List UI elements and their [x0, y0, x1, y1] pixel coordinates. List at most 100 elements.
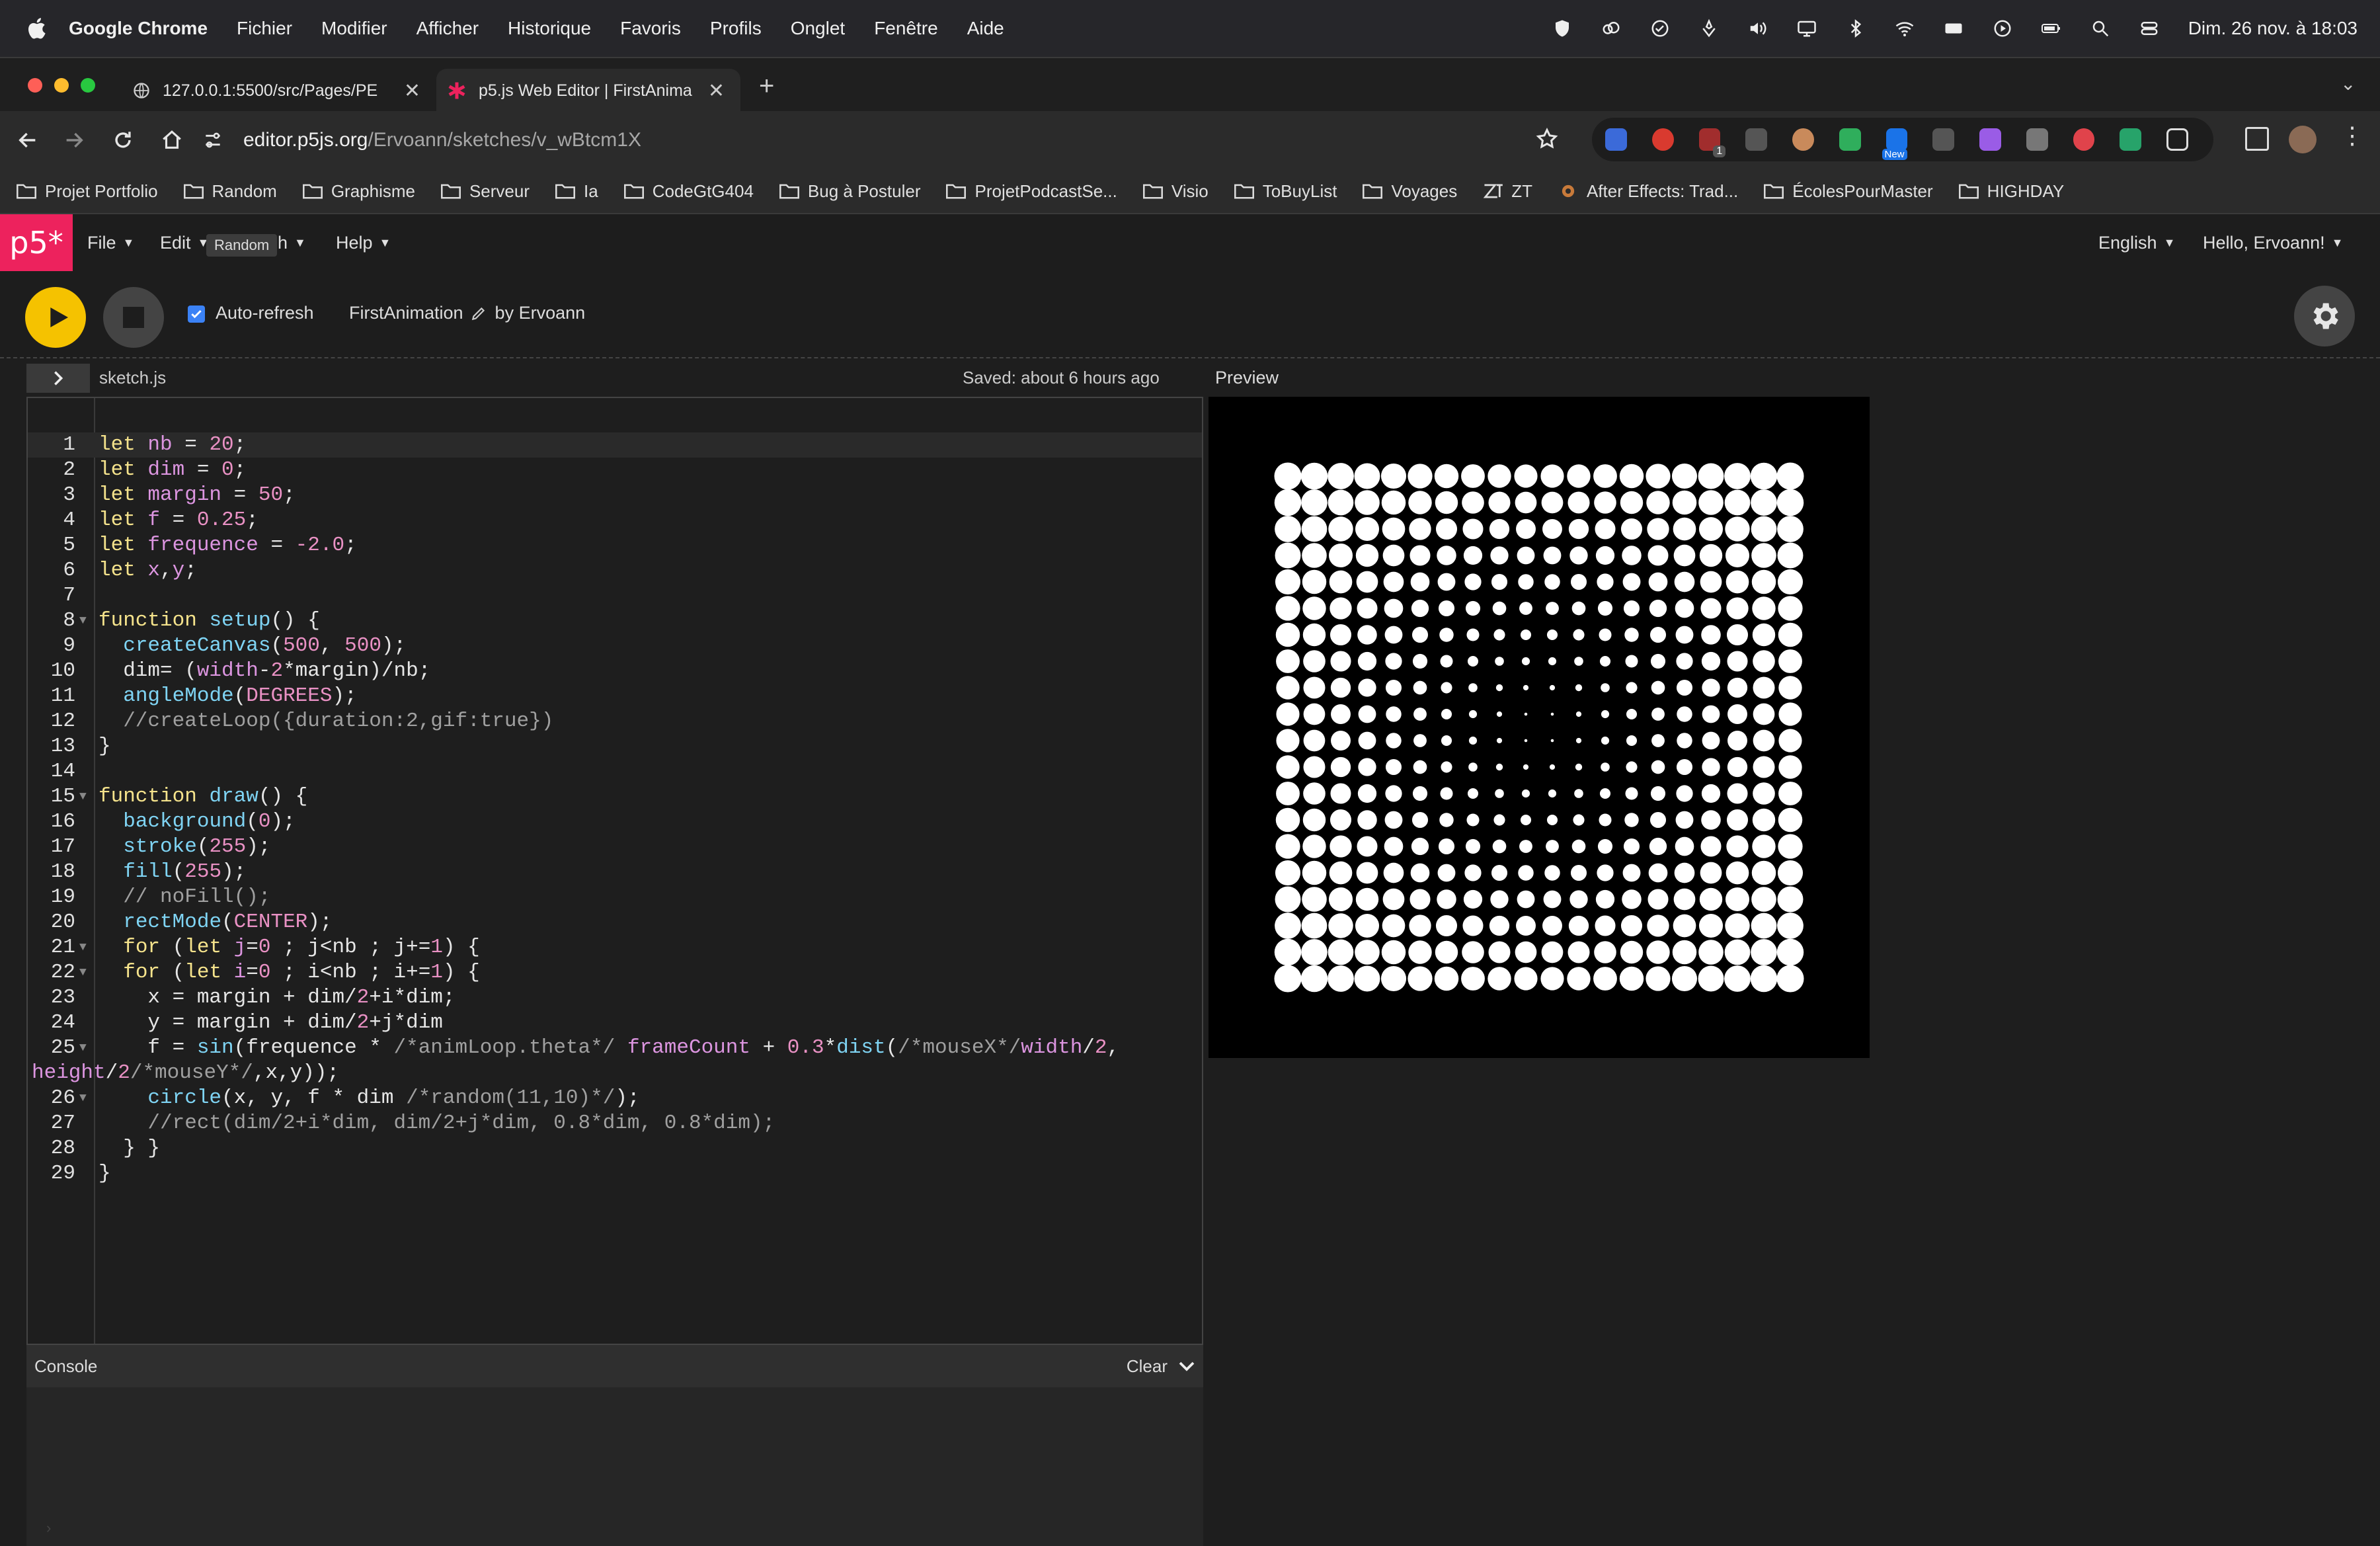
bookmark-item[interactable]: HIGHDAY [1958, 181, 2064, 202]
pencil-icon[interactable] [470, 305, 487, 322]
kebab-menu-icon[interactable]: ⋮ [2340, 122, 2364, 149]
chevron-down-icon[interactable] [1177, 1356, 1197, 1376]
bookmark-item[interactable]: Random [183, 181, 277, 202]
wifi-icon[interactable] [1895, 19, 1915, 38]
code-line[interactable]: 4 let f = 0.25; [28, 508, 1202, 533]
code-line[interactable]: 18 fill(255); [28, 860, 1202, 885]
shield-icon[interactable] [1552, 19, 1572, 38]
fold-triangle-icon[interactable]: ▼ [79, 1086, 87, 1111]
bookmark-item[interactable]: Graphisme [302, 181, 415, 202]
code-line[interactable]: 21 ▼ for (let j=0 ; j<nb ; j+=1) { [28, 935, 1202, 960]
tab-localhost[interactable]: 127.0.0.1:5500/src/Pages/PE ✕ [119, 69, 436, 112]
menu-modifier[interactable]: Modifier [321, 18, 387, 39]
keyboard-icon[interactable] [1944, 19, 1964, 38]
code-line[interactable]: 5 let frequence = -2.0; [28, 533, 1202, 558]
menu-google-chrome[interactable]: Google Chrome [69, 18, 208, 39]
avatar[interactable] [2289, 126, 2317, 153]
adblock-icon[interactable] [1651, 128, 1674, 151]
code-line[interactable]: 16 background(0); [28, 809, 1202, 834]
menu-aide[interactable]: Aide [967, 18, 1004, 39]
display-icon[interactable] [1797, 19, 1817, 38]
close-tab-icon[interactable]: ✕ [404, 79, 420, 102]
code-line[interactable]: 27 //rect(dim/2+i*dim, dim/2+j*dim, 0.8*… [28, 1111, 1202, 1136]
forward-button[interactable] [60, 126, 89, 155]
code-line[interactable]: 3 let margin = 50; [28, 483, 1202, 508]
code-line[interactable]: 9 createCanvas(500, 500); [28, 633, 1202, 659]
fold-triangle-icon[interactable]: ▼ [79, 960, 87, 985]
code-editor[interactable]: 1 let nb = 20; 2 let dim = 0; 3 let margin = … [26, 397, 1203, 1345]
code-line[interactable]: 28 } } [28, 1136, 1202, 1161]
code-line[interactable]: 24 y = margin + dim/2+j*dim [28, 1010, 1202, 1036]
bookmark-item[interactable]: Voyages [1362, 181, 1457, 202]
code-line[interactable]: 1 let nb = 20; [28, 432, 1202, 458]
bookmark-item[interactable]: ProjetPodcastSe... [945, 181, 1117, 202]
fold-triangle-icon[interactable]: ▼ [79, 608, 87, 633]
menu-fichier[interactable]: Fichier [237, 18, 292, 39]
sketch-menu[interactable]: h ▼ [278, 214, 306, 271]
ublock-icon[interactable]: 1 [1698, 128, 1726, 157]
new-extension-icon[interactable]: New [1882, 128, 1908, 160]
code-line[interactable]: 22 ▼ for (let i=0 ; i<nb ; i+=1) { [28, 960, 1202, 985]
code-line[interactable]: 8 ▼ function setup() { [28, 608, 1202, 633]
bookmark-item[interactable]: Ia [555, 181, 598, 202]
menu-fenetre[interactable]: Fenêtre [874, 18, 938, 39]
expand-sidebar-button[interactable] [26, 364, 90, 393]
pocket-icon[interactable] [2073, 128, 2095, 151]
fold-triangle-icon[interactable]: ▼ [79, 1036, 87, 1061]
tab-p5-editor[interactable]: p5.js Web Editor | FirstAnima ✕ [436, 69, 740, 112]
code-line[interactable]: 17 stroke(255); [28, 834, 1202, 860]
help-menu[interactable]: Help ▼ [336, 214, 391, 271]
creative-cloud-icon[interactable] [1601, 19, 1621, 38]
zotero-icon[interactable] [1932, 128, 1954, 151]
console-clear-button[interactable]: Clear [1127, 1356, 1168, 1377]
battery-icon[interactable] [2041, 19, 2061, 38]
menu-historique[interactable]: Historique [508, 18, 591, 39]
back-button[interactable] [13, 126, 42, 155]
code-line[interactable]: 10 dim= (width-2*margin)/nb; [28, 659, 1202, 684]
control-center-icon[interactable] [2139, 19, 2159, 38]
code-line[interactable]: 6 let x,y; [28, 558, 1202, 583]
close-tab-icon[interactable]: ✕ [708, 79, 725, 102]
play-button[interactable] [25, 287, 86, 348]
menu-profils[interactable]: Profils [710, 18, 762, 39]
bookmark-item[interactable]: ToBuyList [1234, 181, 1337, 202]
camera-icon[interactable] [2026, 128, 2048, 151]
bookmark-item[interactable]: ZT [1482, 181, 1532, 202]
volume-icon[interactable] [1748, 19, 1768, 38]
autorefresh-label[interactable]: Auto-refresh [216, 303, 314, 323]
site-info-icon[interactable] [202, 130, 223, 151]
p5-logo[interactable]: p5* [0, 214, 73, 271]
code-line[interactable]: height/2/*mouseY*/,x,y)); [28, 1061, 1202, 1086]
tab-search-chevron-icon[interactable]: ⌄ [2340, 73, 2356, 95]
window-close-button[interactable] [28, 78, 42, 93]
side-panel-icon[interactable] [2245, 127, 2269, 151]
console-prompt-icon[interactable]: › [46, 1520, 51, 1537]
autorefresh-checkbox[interactable] [188, 305, 205, 323]
mail-extension-icon[interactable] [2120, 128, 2141, 151]
airdrop-icon[interactable] [1699, 19, 1719, 38]
code-line[interactable]: 2 let dim = 0; [28, 458, 1202, 483]
user-menu[interactable]: Hello, Ervoann! ▼ [2203, 214, 2343, 271]
file-tab-name[interactable]: sketch.js [99, 368, 166, 388]
bitwarden-icon[interactable] [1605, 128, 1627, 151]
turtle-extension-icon[interactable] [1745, 128, 1767, 151]
code-lines[interactable]: 1 let nb = 20; 2 let dim = 0; 3 let margin = … [28, 432, 1202, 1186]
purple-extension-icon[interactable] [1979, 128, 2001, 151]
apple-icon[interactable] [26, 17, 46, 40]
code-line[interactable]: 25 ▼ f = sin(frequence * /*animLoop.theta… [28, 1036, 1202, 1061]
fold-triangle-icon[interactable]: ▼ [79, 935, 87, 960]
reload-button[interactable] [108, 126, 138, 155]
edit-menu[interactable]: Edit ▼ [160, 214, 209, 271]
code-line[interactable]: 15 ▼ function draw() { [28, 784, 1202, 809]
code-line[interactable]: 19 // noFill(); [28, 885, 1202, 910]
code-line[interactable]: 14 [28, 759, 1202, 784]
green-extension-icon[interactable] [1839, 128, 1861, 151]
code-line[interactable]: 20 rectMode(CENTER); [28, 910, 1202, 935]
bookmark-star-icon[interactable] [1535, 127, 1559, 154]
fold-triangle-icon[interactable]: ▼ [79, 784, 87, 809]
code-line[interactable]: 13} [28, 734, 1202, 759]
new-tab-button[interactable]: + [759, 71, 774, 101]
window-minimize-button[interactable] [54, 78, 69, 93]
code-line[interactable]: 7 [28, 583, 1202, 608]
code-line[interactable]: 12 //createLoop({duration:2,gif:true}) [28, 709, 1202, 734]
